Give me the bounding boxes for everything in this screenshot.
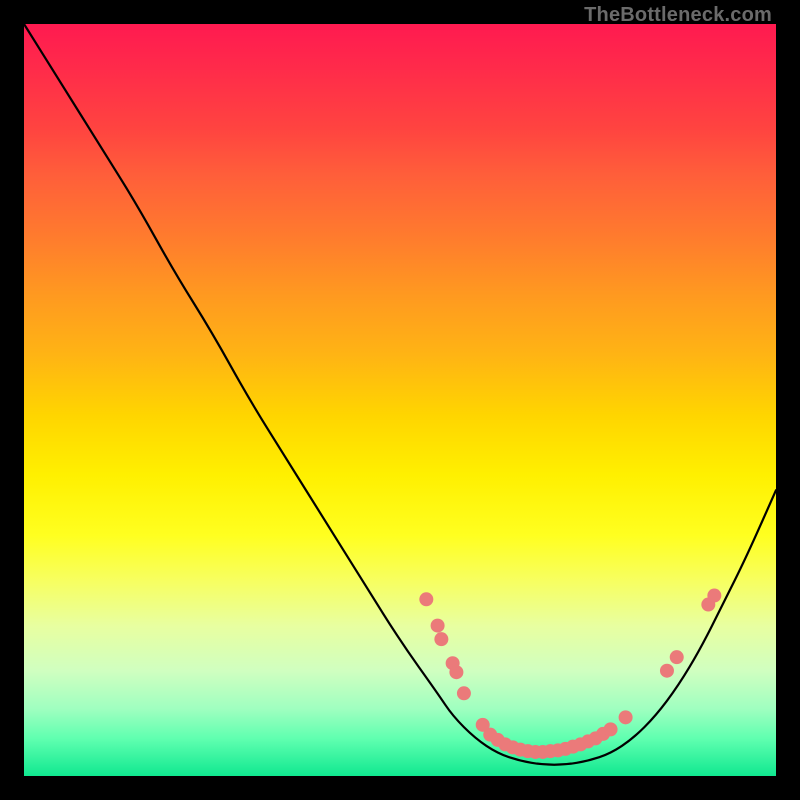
data-dot [660, 664, 674, 678]
plot-area [24, 24, 776, 776]
chart-container: TheBottleneck.com [0, 0, 800, 800]
curve-layer [24, 24, 776, 776]
data-dot [449, 665, 463, 679]
data-dot [457, 686, 471, 700]
data-dot [670, 650, 684, 664]
data-dot [434, 632, 448, 646]
data-dot [707, 589, 721, 603]
data-dot [431, 619, 445, 633]
data-dot [604, 722, 618, 736]
data-dot [619, 710, 633, 724]
data-dot [419, 592, 433, 606]
data-dots-group [419, 589, 721, 759]
bottleneck-curve [24, 24, 776, 765]
